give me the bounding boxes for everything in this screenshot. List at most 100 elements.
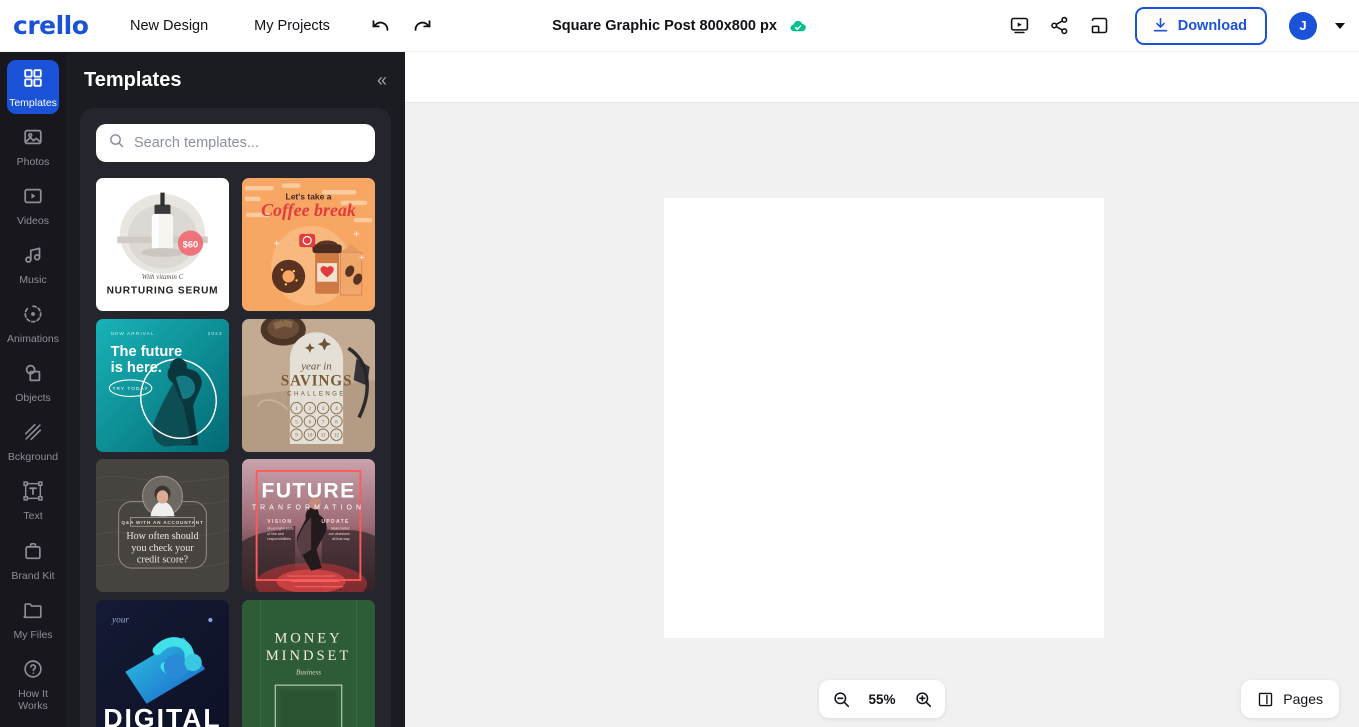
nav-my-projects[interactable]: My Projects xyxy=(244,12,340,40)
sidebar-item-brand-kit[interactable]: Brand Kit xyxy=(7,533,59,587)
svg-text:TRY TODAY: TRY TODAY xyxy=(113,386,149,392)
sidebar-item-label: Text xyxy=(23,510,43,523)
objects-icon xyxy=(22,362,44,389)
sidebar-item-label: Bckground xyxy=(7,451,59,464)
svg-text:year in: year in xyxy=(300,360,332,372)
templates-grid: $60 With vitamin C NURTURING SERUM Let's… xyxy=(96,178,375,727)
svg-text:your: your xyxy=(111,615,129,625)
svg-text:How often should: How often should xyxy=(126,531,198,542)
sidebar-item-music[interactable]: Music xyxy=(7,237,59,291)
template-future-transformation[interactable]: FUTURE TRANFORMATION VISION Meaningful p… xyxy=(242,459,375,592)
sidebar-item-videos[interactable]: Videos xyxy=(7,178,59,232)
svg-text:MINDSET: MINDSET xyxy=(266,647,351,663)
search-icon xyxy=(108,132,125,154)
videos-icon xyxy=(22,185,44,212)
sidebar-item-my-files[interactable]: My Files xyxy=(7,592,59,646)
share-icon[interactable] xyxy=(1043,9,1077,43)
template-coffee-break[interactable]: Let's take a Coffee break xyxy=(242,178,375,311)
download-icon xyxy=(1153,17,1167,32)
svg-text:TRANFORMATION: TRANFORMATION xyxy=(252,505,365,512)
canvas-area[interactable]: 55% Pages xyxy=(405,103,1359,727)
search-input[interactable] xyxy=(134,135,363,151)
save-to-folder-icon[interactable] xyxy=(1083,9,1117,43)
sidebar-item-label: Animations xyxy=(7,333,59,346)
svg-text:Q&A WITH AN ACCOUNTANT: Q&A WITH AN ACCOUNTANT xyxy=(121,520,203,525)
nav-new-design[interactable]: New Design xyxy=(120,12,218,40)
canvas-column: 55% Pages xyxy=(405,52,1359,727)
sidebar-item-label: My Files xyxy=(13,628,53,641)
svg-text:NURTURING SERUM: NURTURING SERUM xyxy=(107,286,219,297)
svg-text:credit score?: credit score? xyxy=(137,555,189,566)
photos-icon xyxy=(22,126,44,153)
sidebar-item-text[interactable]: Text xyxy=(7,473,59,527)
templates-panel: Templates « Search templates... $60 With… xyxy=(66,52,405,727)
svg-text:11: 11 xyxy=(321,432,326,438)
sidebar-item-label: Music xyxy=(19,274,47,287)
avatar[interactable]: J xyxy=(1289,11,1317,40)
text-icon xyxy=(22,480,44,507)
download-button[interactable]: Download xyxy=(1134,6,1267,45)
svg-text:responsibilities: responsibilities xyxy=(267,537,291,541)
undo-button[interactable] xyxy=(364,9,398,43)
sidebar-item-background[interactable]: Bckground xyxy=(7,414,59,468)
animations-icon xyxy=(22,303,44,330)
artboard[interactable] xyxy=(664,198,1104,638)
zoom-level: 55% xyxy=(868,691,896,707)
redo-button[interactable] xyxy=(406,9,440,43)
chevron-down-icon[interactable] xyxy=(1335,22,1345,29)
zoom-out-icon xyxy=(833,691,849,707)
zoom-out-button[interactable] xyxy=(827,685,855,713)
present-icon[interactable] xyxy=(1003,9,1037,43)
panel-body: $60 With vitamin C NURTURING SERUM xyxy=(80,108,391,727)
search-box[interactable] xyxy=(96,124,375,162)
brand-kit-icon xyxy=(22,540,44,567)
sidebar-item-label: Brand Kit xyxy=(11,569,55,582)
template-money-mindset[interactable]: MONEY MINDSET Business xyxy=(242,599,375,727)
svg-text:MONEY: MONEY xyxy=(274,630,342,646)
zoom-control: 55% xyxy=(819,680,945,718)
svg-text:NEW ARRIVAL: NEW ARRIVAL xyxy=(111,330,155,336)
svg-text:The future: The future xyxy=(111,344,183,360)
zoom-in-button[interactable] xyxy=(909,685,937,713)
templates-icon xyxy=(22,67,44,94)
svg-text:10: 10 xyxy=(307,432,313,438)
template-year-in-savings[interactable]: year in SAVINGS CHALLENGE 1234 5678 9 10… xyxy=(242,318,375,452)
template-nurturing-serum[interactable]: $60 With vitamin C NURTURING SERUM xyxy=(96,178,229,311)
document-title[interactable]: Square Graphic Post 800x800 px xyxy=(552,18,777,34)
background-icon xyxy=(22,421,44,448)
svg-text:Make better: Make better xyxy=(331,526,351,530)
crello-logo[interactable]: crello xyxy=(13,13,110,38)
collapse-panel-button[interactable]: « xyxy=(375,67,387,93)
canvas-toolbar xyxy=(405,52,1359,103)
sidebar-item-label: Objects xyxy=(15,392,51,405)
svg-text:With vitamin C: With vitamin C xyxy=(142,274,184,281)
header-actions: Download J xyxy=(1003,6,1359,45)
sidebar-item-animations[interactable]: Animations xyxy=(7,296,59,350)
saved-cloud-check-icon xyxy=(790,21,806,32)
template-credit-score[interactable]: Q&A WITH AN ACCOUNTANT How often should … xyxy=(96,459,229,592)
sidebar-item-label: Templates xyxy=(9,97,57,109)
pages-icon xyxy=(1259,692,1273,706)
sidebar-item-templates[interactable]: Templates xyxy=(7,60,59,115)
svg-text:Business: Business xyxy=(296,668,321,676)
sidebar-item-photos[interactable]: Photos xyxy=(7,119,59,173)
sidebar-item-objects[interactable]: Objects xyxy=(7,355,59,409)
panel-header: Templates « xyxy=(66,52,405,108)
svg-text:VISION: VISION xyxy=(267,519,292,525)
svg-text:our decisions: our decisions xyxy=(329,532,350,536)
page-title: Templates xyxy=(84,68,182,91)
crello-editor: crello New Design My Projects Square Gra… xyxy=(0,0,1359,727)
svg-text:all that way: all that way xyxy=(332,537,350,541)
svg-text:Coffee break: Coffee break xyxy=(261,200,356,220)
template-the-future-is-here[interactable]: NEW ARRIVAL 2023 The future is here. TRY… xyxy=(96,318,229,452)
svg-text:DIGITAL: DIGITAL xyxy=(103,703,221,727)
editor-body: Templates Photos Videos Music Animations… xyxy=(0,52,1359,727)
left-rail: Templates Photos Videos Music Animations… xyxy=(0,52,66,727)
pages-button[interactable]: Pages xyxy=(1241,680,1339,718)
svg-text:CHALLENGE: CHALLENGE xyxy=(287,390,346,397)
zoom-in-icon xyxy=(915,691,931,707)
svg-text:FUTURE: FUTURE xyxy=(261,479,355,503)
template-your-digital[interactable]: your DIGITAL xyxy=(96,599,229,727)
sidebar-item-how-it-works[interactable]: How It Works xyxy=(7,651,59,717)
svg-text:of line and: of line and xyxy=(267,532,284,536)
